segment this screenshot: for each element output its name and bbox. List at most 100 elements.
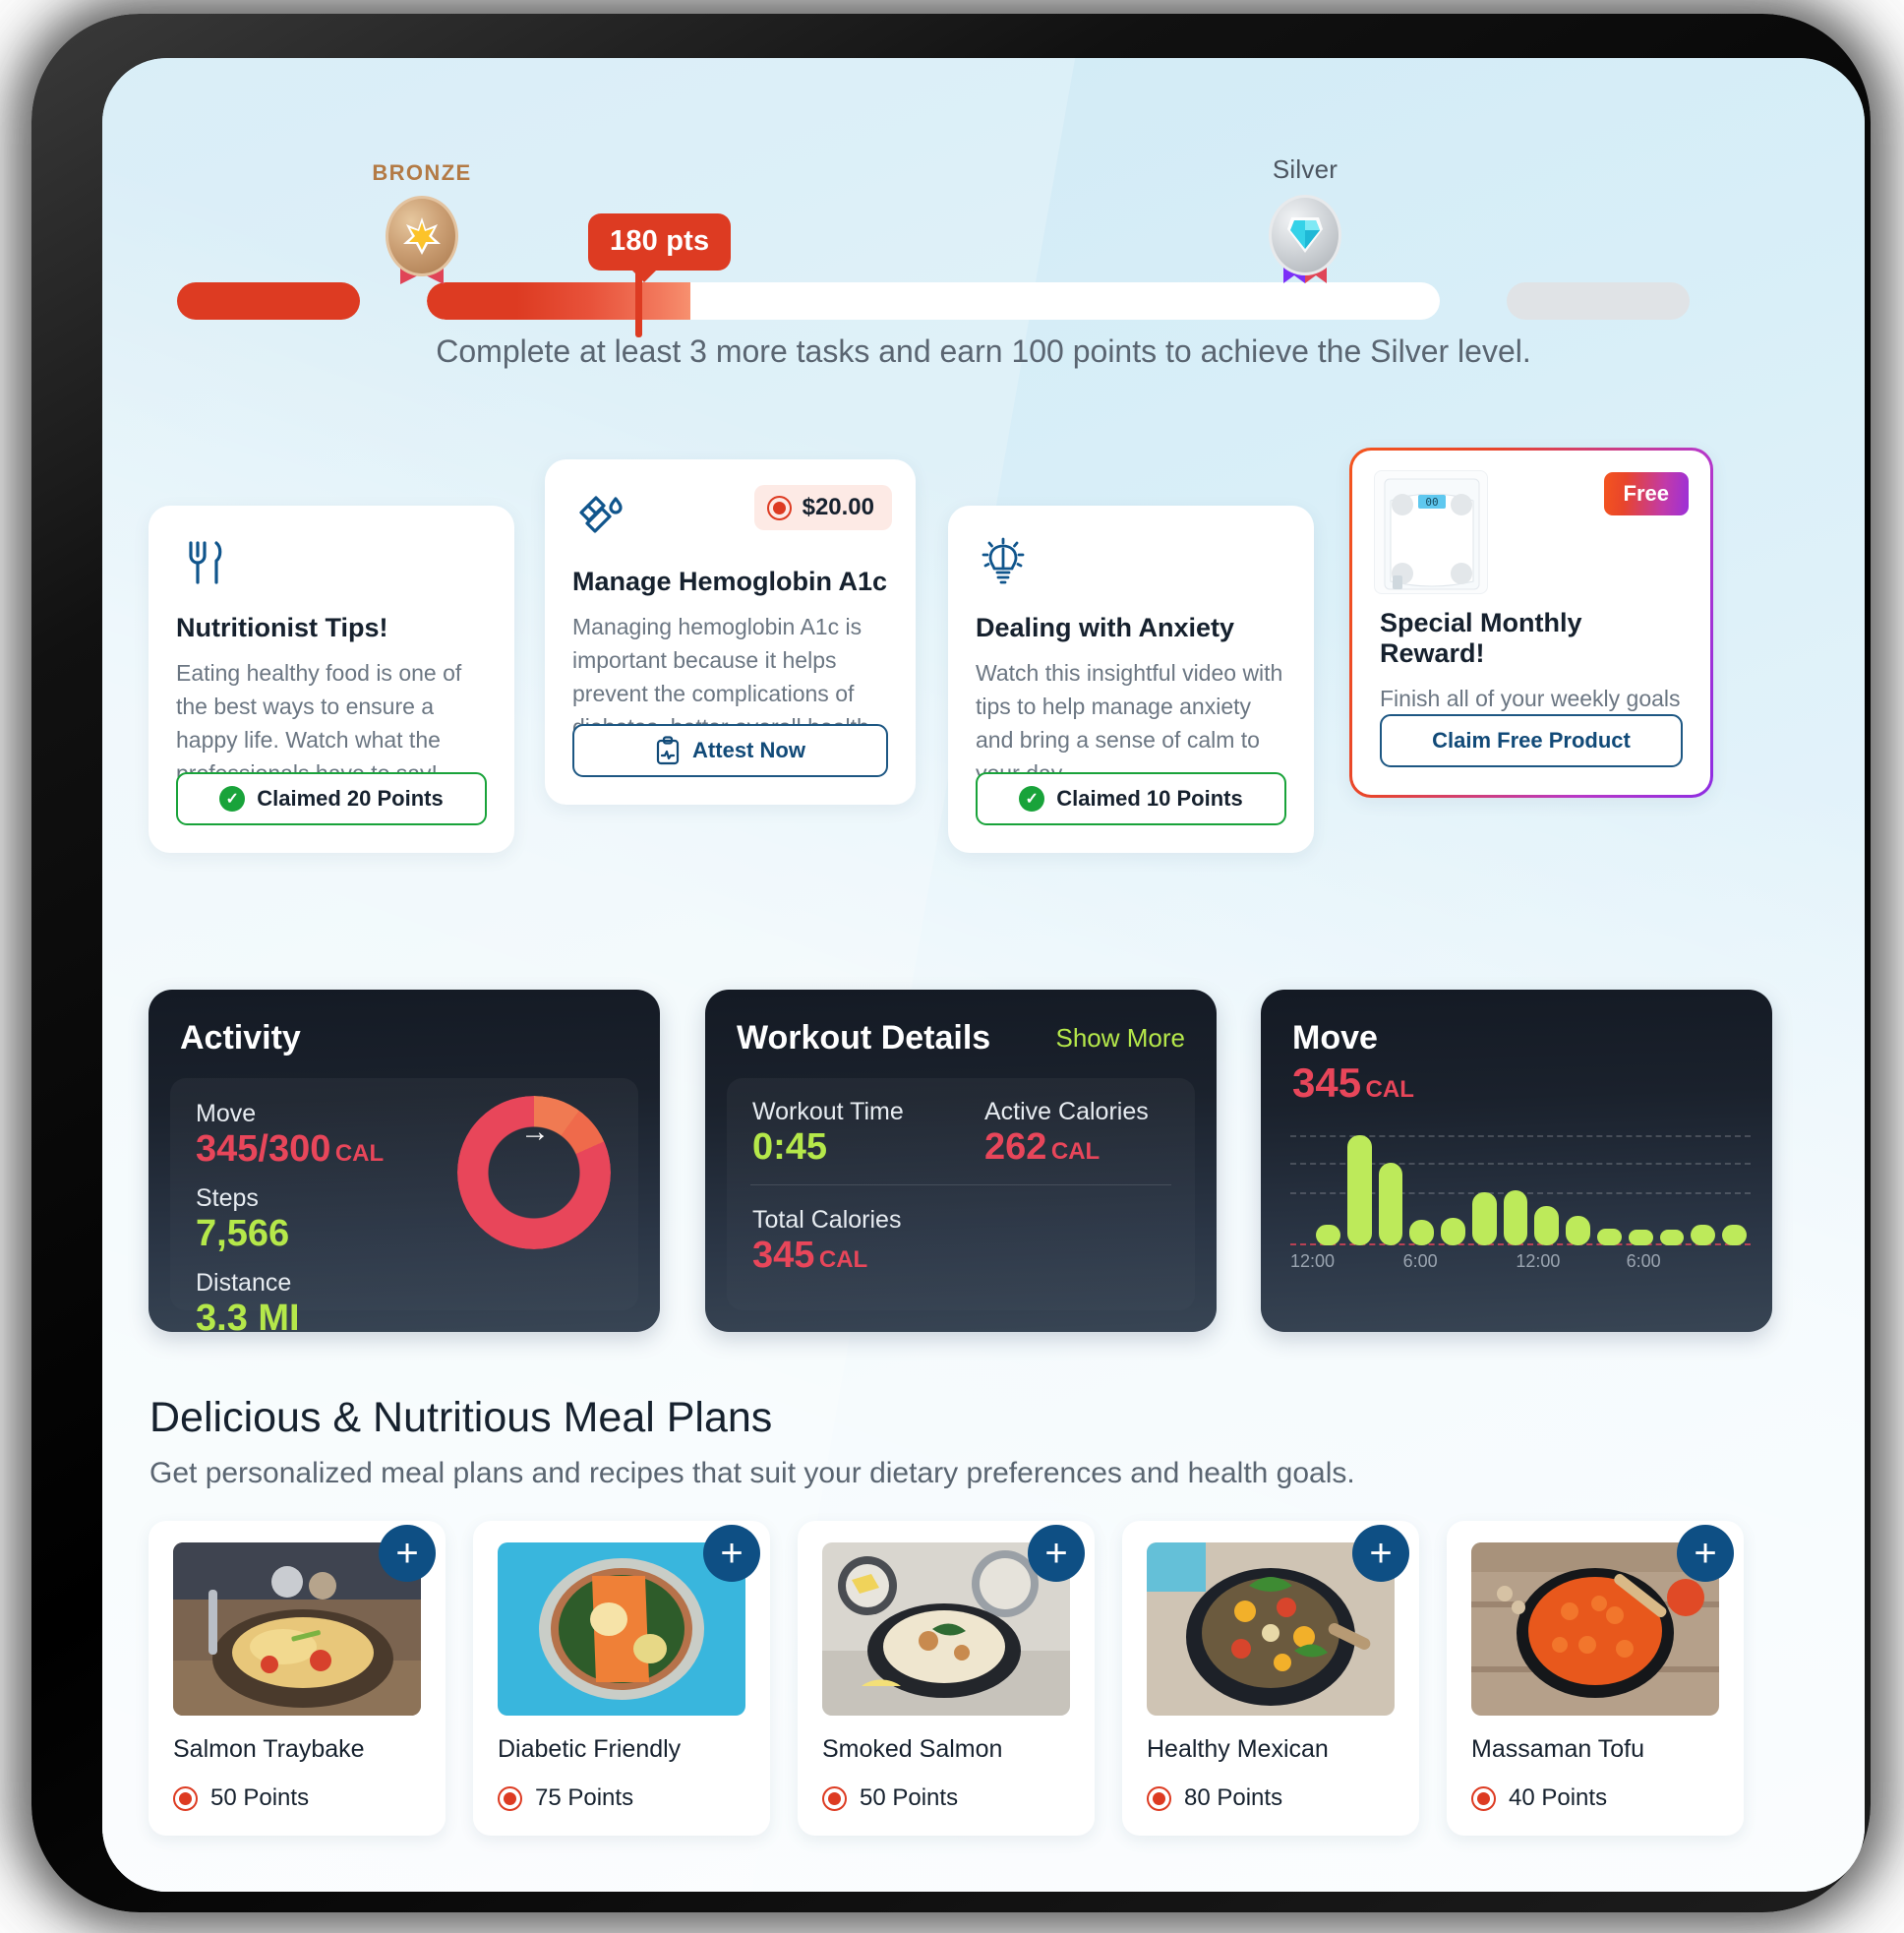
card-special-monthly-reward[interactable]: Free 00 Special Monthly Reward! Finish a… bbox=[1349, 448, 1713, 798]
move-card[interactable]: Move 345 CAL 12:00 6:00 12:00 6:00 bbox=[1261, 990, 1772, 1332]
attest-now-label: Attest Now bbox=[692, 738, 805, 762]
total-calories-value: 345 bbox=[752, 1235, 815, 1276]
chart-x-tick: 12:00 bbox=[1290, 1251, 1336, 1271]
weighing-scale-illustration: 00 bbox=[1384, 478, 1480, 590]
claimed-points-button[interactable]: ✓ Claimed 10 Points bbox=[976, 772, 1286, 825]
chart-bar bbox=[1597, 1228, 1622, 1245]
chart-bars bbox=[1316, 1135, 1747, 1245]
chart-bar bbox=[1659, 1229, 1685, 1245]
bronze-medal-icon bbox=[384, 196, 460, 286]
meal-card[interactable]: + Massaman Tofu 40 Points bbox=[1447, 1521, 1744, 1836]
brain-lightbulb-icon bbox=[982, 537, 1025, 584]
chart-x-axis: 12:00 6:00 12:00 6:00 bbox=[1290, 1251, 1751, 1277]
chart-bar bbox=[1471, 1192, 1497, 1245]
chart-bar bbox=[1409, 1220, 1435, 1245]
meal-points-label: 75 Points bbox=[535, 1784, 634, 1811]
progress-bar-track[interactable] bbox=[427, 282, 1440, 320]
meal-card[interactable]: + Salmon Traybake 50 Points bbox=[149, 1521, 446, 1836]
card-title: Manage Hemoglobin A1c bbox=[572, 567, 888, 596]
chart-x-tick: 6:00 bbox=[1626, 1251, 1661, 1271]
move-value: 345/300 bbox=[196, 1128, 331, 1170]
claim-free-product-button[interactable]: Claim Free Product bbox=[1380, 714, 1683, 767]
workout-details-card[interactable]: Workout Details Show More Workout Time 0… bbox=[705, 990, 1217, 1332]
move-value-row: 345/300 CAL bbox=[196, 1128, 384, 1171]
total-calories-label: Total Calories bbox=[752, 1206, 902, 1234]
show-more-link[interactable]: Show More bbox=[1056, 1023, 1186, 1054]
silver-medal-icon bbox=[1267, 195, 1343, 285]
meal-card[interactable]: + Diabetic Friendly 75 Points bbox=[473, 1521, 770, 1836]
move-total-value: 345 bbox=[1292, 1059, 1362, 1106]
add-meal-button[interactable]: + bbox=[703, 1525, 760, 1582]
points-coin-icon bbox=[173, 1785, 198, 1811]
add-meal-button[interactable]: + bbox=[1677, 1525, 1734, 1582]
card-title: Dealing with Anxiety bbox=[976, 613, 1235, 642]
chart-bar bbox=[1378, 1163, 1403, 1245]
reward-amount-label: $20.00 bbox=[802, 494, 874, 520]
check-icon: ✓ bbox=[1019, 786, 1045, 812]
claimed-points-label: Claimed 10 Points bbox=[1056, 786, 1243, 811]
points-bubble: 180 pts bbox=[588, 213, 732, 282]
activity-metrics: Move 345/300 CAL Steps 7,566 Distance 3.… bbox=[196, 1100, 384, 1332]
card-dealing-with-anxiety[interactable]: Dealing with Anxiety Watch this insightf… bbox=[948, 506, 1314, 853]
add-meal-button[interactable]: + bbox=[1352, 1525, 1409, 1582]
claimed-points-button[interactable]: ✓ Claimed 20 Points bbox=[176, 772, 487, 825]
meal-name: Smoked Salmon bbox=[822, 1735, 1003, 1763]
add-meal-button[interactable]: + bbox=[1028, 1525, 1085, 1582]
claim-free-product-label: Claim Free Product bbox=[1432, 728, 1631, 753]
tier-silver-label: Silver bbox=[1272, 154, 1339, 184]
arrow-right-icon: → bbox=[520, 1116, 550, 1148]
weighing-scale-image: 00 bbox=[1374, 470, 1488, 594]
card-nutritionist-tips[interactable]: Nutritionist Tips! Eating healthy food i… bbox=[149, 506, 514, 853]
card-title: Special Monthly Reward! bbox=[1380, 608, 1582, 668]
tier-bronze[interactable]: BRONZE bbox=[348, 160, 496, 286]
check-icon: ✓ bbox=[219, 786, 246, 812]
meal-points: 75 Points bbox=[498, 1784, 633, 1812]
svg-text:00: 00 bbox=[1425, 496, 1438, 509]
chart-bar bbox=[1503, 1190, 1528, 1245]
meal-card[interactable]: + Healthy Mexican 80 Points bbox=[1122, 1521, 1419, 1836]
activity-panel: Move 345/300 CAL Steps 7,566 Distance 3.… bbox=[170, 1078, 638, 1332]
steps-label: Steps bbox=[196, 1184, 259, 1212]
total-calories-block: Total Calories 345 CAL bbox=[752, 1206, 901, 1277]
active-calories-value-row: 262 CAL bbox=[984, 1126, 1149, 1169]
activity-title: Activity bbox=[180, 1019, 301, 1057]
bronze-disc bbox=[386, 196, 458, 276]
attest-now-button[interactable]: Attest Now bbox=[572, 724, 888, 777]
total-calories-unit: CAL bbox=[818, 1246, 868, 1273]
tier-silver[interactable]: Silver bbox=[1231, 154, 1379, 285]
points-coin-icon bbox=[766, 495, 792, 520]
tier-bronze-label: BRONZE bbox=[372, 160, 472, 185]
points-coin-icon bbox=[498, 1785, 522, 1811]
card-description: Eating healthy food is one of the best w… bbox=[176, 660, 462, 786]
move-unit: CAL bbox=[334, 1140, 385, 1167]
blood-test-tubes-icon bbox=[579, 496, 623, 533]
distance-value: 3.3 MI bbox=[196, 1298, 300, 1332]
card-manage-hemoglobin[interactable]: $20.00 Manage Hemoglobin A1c Managing he… bbox=[545, 459, 916, 805]
meal-name: Salmon Traybake bbox=[173, 1735, 365, 1763]
tier-banner-text: Complete at least 3 more tasks and earn … bbox=[436, 333, 1531, 369]
chart-bar bbox=[1316, 1225, 1340, 1245]
meal-points: 50 Points bbox=[822, 1784, 958, 1812]
workout-time-block: Workout Time 0:45 bbox=[752, 1098, 904, 1169]
chart-bar bbox=[1346, 1135, 1372, 1245]
chart-bar bbox=[1691, 1225, 1716, 1245]
reward-amount-badge: $20.00 bbox=[753, 485, 892, 530]
meal-points-label: 40 Points bbox=[1509, 1784, 1608, 1811]
card-description: Watch this insightful video with tips to… bbox=[976, 660, 1283, 786]
progress-segment-completed bbox=[177, 282, 360, 320]
chart-x-tick: 6:00 bbox=[1402, 1251, 1438, 1271]
meal-section-title: Delicious & Nutritious Meal Plans bbox=[149, 1394, 773, 1441]
move-bar-chart bbox=[1290, 1135, 1751, 1245]
app-content: 180 pts BRONZE Silver Complete at least … bbox=[102, 58, 1865, 1892]
star-burst-icon bbox=[403, 217, 441, 255]
workout-time-value: 0:45 bbox=[752, 1126, 828, 1168]
distance-label: Distance bbox=[196, 1269, 292, 1297]
total-calories-value-row: 345 CAL bbox=[752, 1235, 901, 1277]
activity-card[interactable]: Activity Move 345/300 CAL Steps 7,566 Di… bbox=[149, 990, 660, 1332]
points-coin-icon bbox=[1471, 1785, 1496, 1811]
add-meal-button[interactable]: + bbox=[379, 1525, 436, 1582]
steps-value: 7,566 bbox=[196, 1213, 290, 1254]
meal-points: 40 Points bbox=[1471, 1784, 1607, 1812]
progress-bar-fill bbox=[427, 282, 690, 320]
meal-card[interactable]: + Smoked Salmon 50 Points bbox=[798, 1521, 1095, 1836]
